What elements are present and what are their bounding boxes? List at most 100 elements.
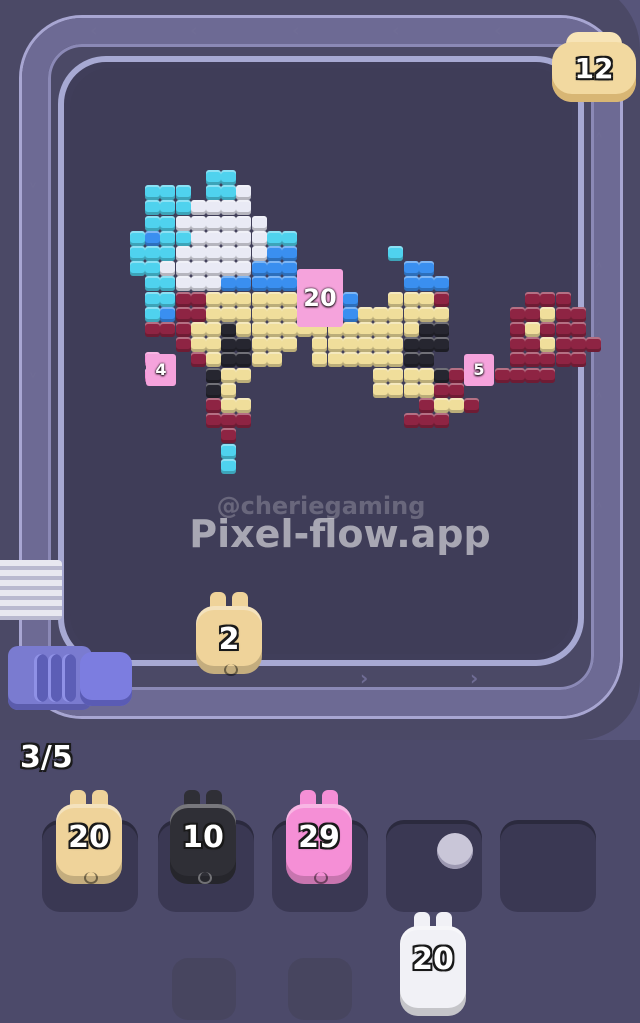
pixel-block (145, 276, 161, 292)
pixel-block (160, 246, 176, 261)
pixel-block (236, 291, 252, 307)
pixel-block (221, 185, 237, 201)
pixel-block (403, 413, 419, 429)
pixel-block (236, 185, 252, 201)
slot-4[interactable] (386, 820, 482, 912)
pixel-block (570, 306, 586, 322)
pixel-block (434, 337, 449, 353)
fist-count: 12 (574, 52, 614, 85)
pixel-block (236, 215, 252, 231)
pixel-block (221, 413, 237, 429)
pixel-block (221, 367, 237, 383)
pixel-block (175, 246, 191, 261)
pixel-block (555, 291, 571, 307)
pixel-block (175, 337, 191, 353)
pixel-block (175, 261, 191, 277)
pixel-block (282, 291, 297, 307)
pixel-block (190, 215, 206, 231)
pixel-block (342, 352, 358, 368)
pixel-block (236, 352, 252, 368)
pixel-block (570, 322, 586, 337)
pixel-block (236, 306, 252, 322)
slot-piece-count: 20 (68, 820, 110, 855)
slot-piece-count: 29 (298, 820, 340, 855)
pixel-block (251, 276, 267, 292)
pixel-block (464, 398, 480, 413)
pixel-block (510, 367, 525, 383)
pixel-block (434, 413, 449, 429)
pixel-block (221, 170, 237, 185)
pixel-block (236, 337, 252, 353)
pixel-block (434, 322, 449, 337)
pixel-block (312, 352, 328, 368)
pixel-block (130, 261, 145, 277)
pixel-block (282, 337, 297, 353)
pixel-block (418, 367, 434, 383)
pixel-block (418, 398, 434, 413)
pixel-block (160, 322, 176, 337)
pixel-block (266, 261, 282, 277)
pixel-tag-right: 5 (464, 354, 494, 386)
pixel-block (221, 443, 237, 459)
pixel-block (494, 367, 510, 383)
pixel-block (160, 276, 176, 292)
slot-piece-count: 10 (182, 820, 224, 855)
pixel-block (221, 352, 237, 368)
pixel-block (130, 246, 145, 261)
pixel-block (418, 413, 434, 429)
pixel-block (145, 306, 161, 322)
pixel-block (145, 291, 161, 307)
pixel-block (251, 352, 267, 368)
pixel-block (266, 291, 282, 307)
pixel-block (221, 276, 237, 292)
pixel-block (160, 200, 176, 216)
pixel-block (266, 306, 282, 322)
incoming-piece-white[interactable]: 20 (400, 912, 466, 1016)
pixel-block (145, 215, 161, 231)
pixel-block (145, 246, 161, 261)
pixel-block (221, 428, 237, 444)
pixel-block (388, 367, 404, 383)
pixel-block (221, 291, 237, 307)
belt-piece-count: 2 (218, 622, 240, 657)
pixel-block (236, 261, 252, 277)
pixel-block (403, 337, 419, 353)
pixel-block (221, 322, 237, 337)
pixel-block (175, 291, 191, 307)
pixel-block (434, 291, 449, 307)
belt-shooter-piece[interactable]: 2 (196, 592, 262, 676)
pixel-block (449, 367, 465, 383)
pixel-block (282, 276, 297, 292)
pixel-block (236, 200, 252, 216)
pixel-block (403, 291, 419, 307)
pixel-block (175, 230, 191, 246)
slot-5[interactable] (500, 820, 596, 912)
slot-piece-pink[interactable]: 29 (286, 790, 352, 884)
pixel-block (403, 322, 419, 337)
pixel-block (403, 261, 419, 277)
pixel-block (525, 367, 541, 383)
pixel-block (175, 200, 191, 216)
pixel-block (221, 337, 237, 353)
pixel-block (586, 337, 601, 353)
slot-piece-black[interactable]: 10 (170, 790, 236, 884)
pixel-block (251, 261, 267, 277)
slot-piece-beige[interactable]: 20 (56, 790, 122, 884)
dispenser-pusher (80, 652, 132, 706)
pixel-block (251, 215, 267, 231)
pixel-block (236, 322, 252, 337)
pixel-block (236, 276, 252, 292)
pixel-block (403, 382, 419, 398)
pixel-block (206, 170, 221, 185)
pixel-art (0, 0, 640, 740)
pixel-block (388, 291, 404, 307)
pixel-block (434, 276, 449, 292)
pixel-block (418, 291, 434, 307)
pixel-block (251, 291, 267, 307)
pixel-block (206, 261, 221, 277)
pixel-block (206, 367, 221, 383)
pixel-block (190, 200, 206, 216)
pixel-block (251, 230, 267, 246)
pixel-block (525, 322, 541, 337)
pixel-block (282, 261, 297, 277)
